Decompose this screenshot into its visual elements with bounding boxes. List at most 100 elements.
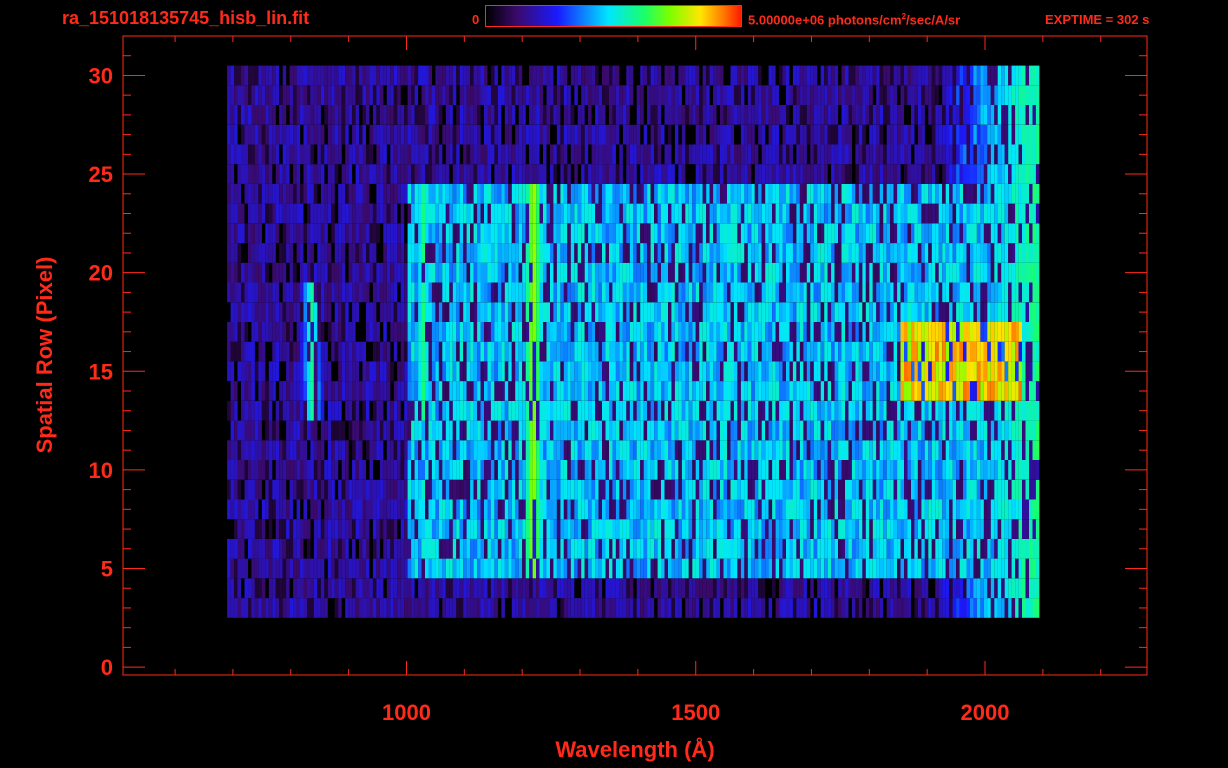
- heatmap-cell: [300, 598, 304, 618]
- heatmap-cell: [286, 223, 290, 244]
- heatmap-cell: [293, 598, 297, 618]
- heatmap-cell: [924, 479, 929, 500]
- heatmap-cell: [435, 262, 439, 283]
- heatmap-cell: [581, 558, 585, 579]
- heatmap-cell: [917, 400, 922, 421]
- heatmap-cell: [720, 460, 724, 480]
- heatmap-cell: [563, 519, 568, 539]
- heatmap-cell: [511, 400, 516, 421]
- heatmap-cell: [494, 400, 498, 421]
- heatmap-cell: [695, 341, 700, 362]
- heatmap-cell: [970, 558, 974, 579]
- heatmap-cell: [421, 538, 425, 559]
- heatmap-cell: [622, 223, 627, 244]
- heatmap-cell: [654, 440, 658, 460]
- heatmap-cell: [865, 203, 870, 224]
- heatmap-cell: [591, 519, 596, 539]
- heatmap-cell: [442, 243, 446, 263]
- heatmap-cell: [334, 302, 339, 322]
- heatmap-cell: [949, 223, 953, 244]
- heatmap-cell: [525, 558, 530, 579]
- heatmap-cell: [990, 361, 995, 382]
- heatmap-cell: [404, 341, 408, 362]
- heatmap-cell: [737, 262, 741, 283]
- heatmap-cell: [799, 440, 804, 460]
- heatmap-cell: [668, 420, 672, 441]
- heatmap-cell: [352, 598, 356, 618]
- heatmap-cell: [883, 183, 887, 204]
- heatmap-cell: [789, 341, 793, 362]
- heatmap-cell: [473, 460, 478, 480]
- heatmap-cell: [289, 381, 294, 401]
- heatmap-cell: [293, 538, 297, 559]
- heatmap-cell: [622, 440, 627, 460]
- heatmap-cell: [504, 519, 509, 539]
- heatmap-cell: [810, 460, 814, 480]
- heatmap-cell: [1008, 499, 1012, 520]
- heatmap-cell: [366, 420, 370, 441]
- heatmap-cell: [890, 341, 894, 362]
- heatmap-cell: [1001, 558, 1005, 579]
- heatmap-cell: [268, 183, 273, 204]
- heatmap-cell: [876, 538, 880, 559]
- heatmap-cell: [709, 381, 714, 401]
- heatmap-cell: [886, 361, 891, 382]
- heatmap-cell: [487, 223, 491, 244]
- heatmap-cell: [695, 558, 700, 579]
- heatmap-cell: [890, 519, 894, 539]
- heatmap-cell: [477, 262, 481, 283]
- heatmap-cell: [497, 243, 502, 263]
- heatmap-cell: [650, 282, 655, 303]
- heatmap-cell: [723, 203, 727, 224]
- heatmap-cell: [1032, 322, 1036, 342]
- heatmap-cell: [883, 203, 887, 224]
- heatmap-cell: [359, 440, 363, 460]
- heatmap-cell: [289, 223, 294, 244]
- heatmap-cell: [636, 243, 641, 263]
- heatmap-cell: [300, 460, 304, 480]
- heatmap-cell: [706, 322, 710, 342]
- heatmap-cell: [463, 578, 467, 599]
- heatmap-cell: [893, 183, 898, 204]
- heatmap-cell: [640, 420, 644, 441]
- heatmap-cell: [827, 420, 832, 441]
- heatmap-cell: [963, 282, 967, 303]
- heatmap-cell: [994, 558, 998, 579]
- heatmap-cell: [261, 460, 266, 480]
- heatmap-cell: [942, 322, 946, 342]
- heatmap-cell: [529, 381, 533, 401]
- heatmap-cell: [671, 262, 675, 283]
- heatmap-cell: [876, 578, 880, 599]
- heatmap-cell: [477, 460, 481, 480]
- heatmap-cell: [553, 479, 557, 500]
- heatmap-cell: [733, 262, 738, 283]
- heatmap-cell: [386, 223, 391, 244]
- heatmap-cell: [643, 538, 648, 559]
- heatmap-cell: [331, 223, 335, 244]
- heatmap-cell: [543, 243, 547, 263]
- heatmap-cell: [397, 183, 401, 204]
- heatmap-cell: [393, 460, 398, 480]
- heatmap-cell: [501, 302, 505, 322]
- heatmap-cell: [605, 381, 609, 401]
- heatmap-cell: [289, 243, 294, 263]
- heatmap-cell: [990, 479, 995, 500]
- heatmap-cell: [699, 420, 703, 441]
- heatmap-cell: [803, 440, 807, 460]
- heatmap-cell: [282, 400, 287, 421]
- heatmap-cell: [702, 440, 707, 460]
- heatmap-cell: [504, 223, 509, 244]
- heatmap-cell: [393, 499, 398, 520]
- heatmap-cell: [640, 538, 644, 559]
- heatmap-cell: [338, 302, 342, 322]
- heatmap-cell: [851, 341, 856, 362]
- heatmap-cell: [976, 262, 981, 283]
- heatmap-cell: [459, 183, 464, 204]
- heatmap-cell: [289, 519, 294, 539]
- heatmap-cell: [553, 578, 557, 599]
- heatmap-cell: [970, 361, 974, 382]
- heatmap-cell: [244, 499, 248, 520]
- heatmap-cell: [567, 262, 571, 283]
- heatmap-cell: [612, 381, 616, 401]
- heatmap-cell: [730, 341, 734, 362]
